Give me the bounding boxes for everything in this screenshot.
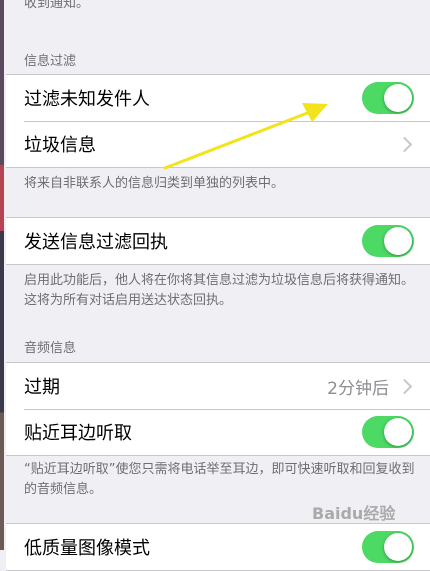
- expire-label: 过期: [24, 377, 60, 398]
- background-edge: [0, 0, 4, 550]
- receipt-footer: 启用此功能后，他人将在你将其信息过滤为垃圾信息后将获得通知。这将为所有对话启用送…: [24, 273, 415, 308]
- toggle-knob: [384, 418, 412, 446]
- filter-unknown-label: 过滤未知发件人: [24, 89, 150, 110]
- low-quality-label: 低质量图像模式: [24, 538, 150, 559]
- filter-unknown-toggle[interactable]: [362, 82, 414, 114]
- toggle-knob: [384, 84, 412, 112]
- junk-label: 垃圾信息: [24, 135, 96, 156]
- filter-receipt-label: 发送信息过滤回执: [24, 232, 168, 253]
- filter-section-header: 信息过滤: [24, 54, 77, 69]
- low-quality-group: 低质量图像模式: [6, 523, 430, 571]
- watermark-logo: Baidu经验: [312, 504, 396, 523]
- receipt-group: 发送信息过滤回执: [6, 217, 430, 265]
- low-quality-row[interactable]: 低质量图像模式: [6, 524, 430, 570]
- filter-unknown-row[interactable]: 过滤未知发件人: [6, 75, 430, 121]
- chevron-right-icon: [396, 136, 413, 152]
- toggle-knob: [384, 533, 412, 561]
- filter-group: 过滤未知发件人 垃圾信息: [6, 74, 430, 168]
- top-footer-note: 收到通知。: [24, 0, 90, 11]
- filter-receipt-toggle[interactable]: [362, 225, 414, 257]
- junk-row[interactable]: 垃圾信息: [6, 121, 430, 167]
- toggle-knob: [384, 227, 412, 255]
- raise-to-listen-row[interactable]: 贴近耳边听取: [6, 409, 430, 455]
- raise-to-listen-label: 贴近耳边听取: [24, 423, 132, 444]
- filter-footer: 将来自非联系人的信息归类到单独的列表中。: [24, 176, 285, 191]
- audio-section-header: 音频信息: [24, 341, 77, 356]
- filter-receipt-row[interactable]: 发送信息过滤回执: [6, 218, 430, 264]
- audio-group: 过期 2分钟后 贴近耳边听取: [6, 362, 430, 456]
- low-quality-toggle[interactable]: [362, 531, 414, 563]
- chevron-right-icon: [396, 378, 413, 394]
- audio-footer: “贴近耳边听取”使您只需将电话举至耳边，即可快速听取和回复收到的音频信息。: [24, 462, 415, 497]
- raise-to-listen-toggle[interactable]: [362, 416, 414, 448]
- expire-row[interactable]: 过期 2分钟后: [6, 363, 430, 409]
- expire-value: 2分钟后: [327, 378, 389, 399]
